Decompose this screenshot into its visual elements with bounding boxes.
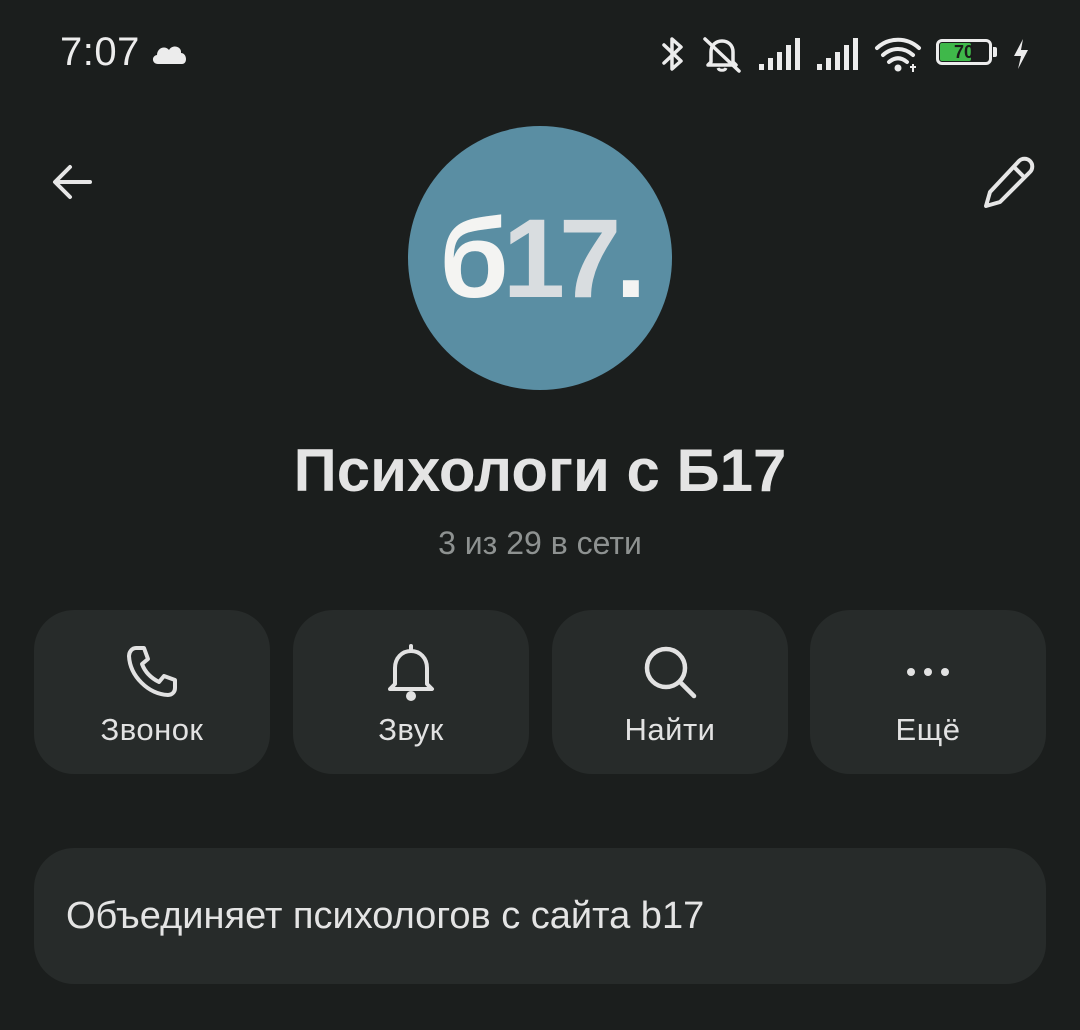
description-card: Объединяет психологов с сайта b17 — [34, 848, 1046, 984]
group-avatar[interactable]: б 17. — [408, 126, 672, 390]
phone-icon — [34, 640, 270, 704]
bell-icon — [293, 640, 529, 704]
more-icon — [810, 640, 1046, 704]
group-title: Психологи с Б17 — [293, 437, 787, 504]
call-button-label: Звонок — [100, 712, 204, 747]
action-buttons: Звонок Звук Найти Ещё — [34, 610, 1046, 774]
more-button[interactable]: Ещё — [810, 610, 1046, 774]
muted-bell-icon — [700, 34, 744, 74]
back-arrow-icon — [53, 165, 92, 199]
avatar-logo-letter: б — [439, 195, 509, 321]
avatar-logo-dot: . — [615, 195, 646, 321]
group-description: Объединяет психологов с сайта b17 — [66, 895, 705, 937]
status-bar: 7:07 70 — [0, 0, 1080, 110]
search-button[interactable]: Найти — [552, 610, 788, 774]
cloud-icon — [150, 40, 190, 66]
avatar-logo-number: 17 — [502, 195, 622, 321]
battery-percent: 70 — [953, 42, 975, 62]
more-button-label: Ещё — [895, 712, 961, 747]
pencil-icon — [984, 156, 1035, 208]
online-status: 3 из 29 в сети — [438, 525, 642, 561]
sound-button-label: Звук — [378, 712, 444, 747]
battery-icon: 70 — [936, 39, 998, 69]
wifi-icon — [874, 35, 922, 73]
avatar-logo: б 17. — [408, 126, 672, 390]
search-icon — [552, 640, 788, 704]
edit-button[interactable] — [974, 148, 1044, 218]
back-button[interactable] — [40, 150, 104, 214]
signal-icon — [758, 36, 802, 72]
charging-icon — [1012, 38, 1030, 70]
status-time: 7:07 — [60, 30, 140, 74]
bluetooth-icon — [660, 34, 686, 74]
search-button-label: Найти — [624, 712, 716, 747]
status-icons: 70 — [660, 34, 1030, 74]
call-button[interactable]: Звонок — [34, 610, 270, 774]
signal-icon — [816, 36, 860, 72]
sound-button[interactable]: Звук — [293, 610, 529, 774]
